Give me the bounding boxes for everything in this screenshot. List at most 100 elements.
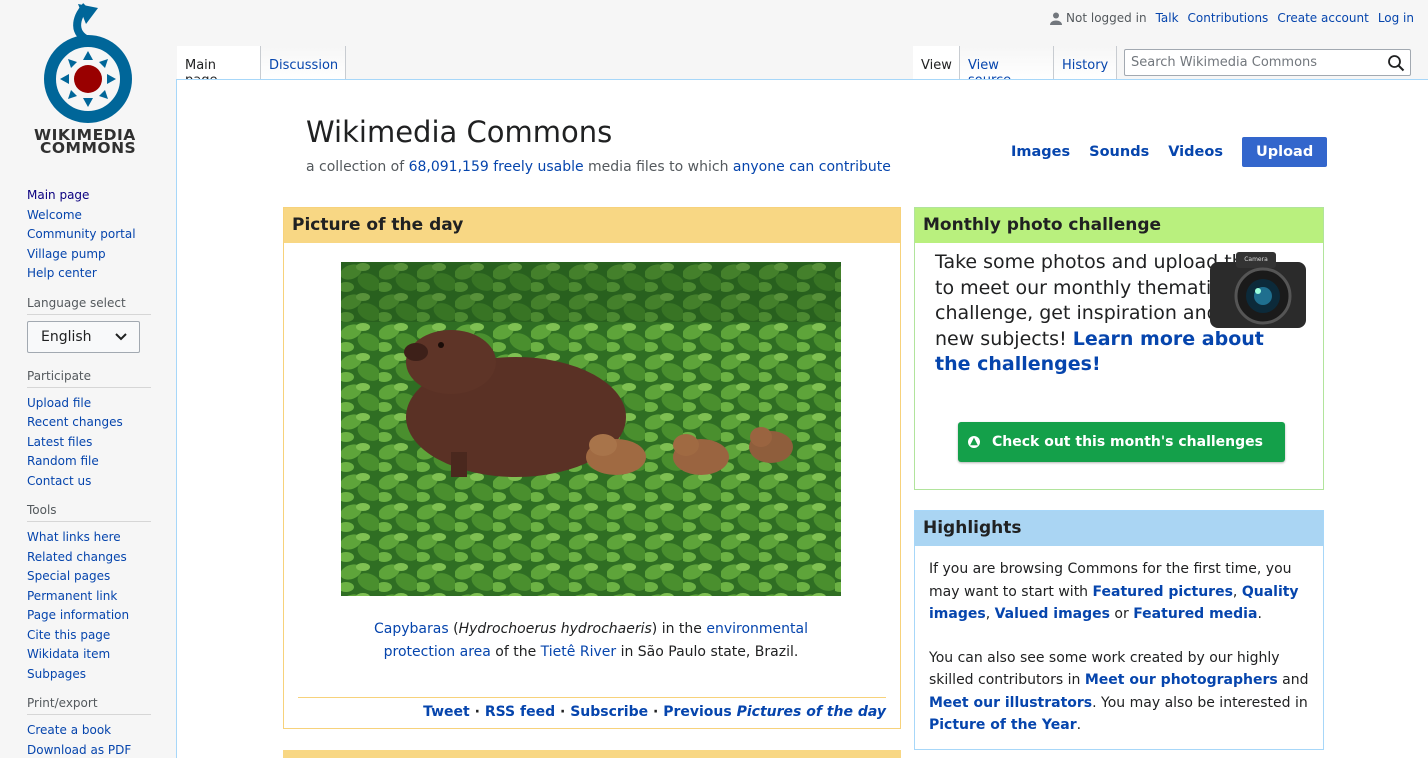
search-icon[interactable] xyxy=(1387,54,1405,72)
camera-icon: Camera xyxy=(1210,252,1306,328)
sidebar-item-latest-files[interactable]: Latest files xyxy=(27,435,92,449)
sidebar-item-permanent-link[interactable]: Permanent link xyxy=(27,589,117,603)
monthly-heading: Monthly photo challenge xyxy=(915,208,1323,243)
anyone-can-contribute-link[interactable]: anyone can contribute xyxy=(733,159,891,175)
create-account-link[interactable]: Create account xyxy=(1277,11,1369,25)
page-subtitle: a collection of 68,091,159 freely usable… xyxy=(306,159,891,175)
videos-link[interactable]: Videos xyxy=(1168,144,1223,160)
tab-view-source[interactable]: View source xyxy=(960,46,1054,88)
highlights-text: , xyxy=(1232,583,1242,600)
sidebar-item-random-file[interactable]: Random file xyxy=(27,454,99,468)
sidebar-item-recent-changes[interactable]: Recent changes xyxy=(27,415,123,429)
tiete-river-link[interactable]: Tietê River xyxy=(541,644,616,660)
sidebar-participate: Participate Upload file Recent changes L… xyxy=(27,369,151,492)
featured-pictures-link[interactable]: Featured pictures xyxy=(1093,584,1233,600)
highlights-body: If you are browsing Commons for the firs… xyxy=(929,558,1313,758)
tools-heading: Tools xyxy=(27,503,151,522)
separator: · xyxy=(469,704,485,720)
picture-of-the-day-box: Picture of the day Capybaras (Hydrochoer… xyxy=(283,207,901,729)
sidebar: Main page Welcome Community portal Villa… xyxy=(0,180,176,758)
potd-heading: Picture of the day xyxy=(284,208,900,243)
featured-media-link[interactable]: Featured media xyxy=(1133,606,1257,622)
sidebar-item-main-page[interactable]: Main page xyxy=(27,188,89,202)
subtitle-middle: media files to which xyxy=(583,159,733,175)
sidebar-item-create-book[interactable]: Create a book xyxy=(27,723,111,737)
user-icon xyxy=(1050,12,1063,25)
talk-link[interactable]: Talk xyxy=(1156,11,1179,25)
sidebar-item-community-portal[interactable]: Community portal xyxy=(27,227,136,241)
contributions-link[interactable]: Contributions xyxy=(1188,11,1269,25)
language-selected: English xyxy=(41,328,92,345)
tab-main-page[interactable]: Main page xyxy=(177,46,261,88)
sidebar-item-special-pages[interactable]: Special pages xyxy=(27,569,110,583)
capybaras-link[interactable]: Capybaras xyxy=(374,621,449,637)
meet-illustrators-link[interactable]: Meet our illustrators xyxy=(929,695,1092,711)
picture-of-the-year-link[interactable]: Picture of the Year xyxy=(929,717,1077,733)
sidebar-item-what-links-here[interactable]: What links here xyxy=(27,530,121,544)
login-link[interactable]: Log in xyxy=(1378,11,1414,25)
potd-image[interactable] xyxy=(341,262,841,596)
monthly-challenge-box: Monthly photo challenge Take some photos… xyxy=(914,207,1324,490)
tab-view[interactable]: View xyxy=(913,46,960,80)
language-heading: Language select xyxy=(27,296,151,315)
highlights-heading: Highlights xyxy=(915,511,1323,546)
sidebar-item-related-changes[interactable]: Related changes xyxy=(27,550,127,564)
next-box-header xyxy=(283,750,901,758)
challenges-button[interactable]: ▲ Check out this month's challenges xyxy=(958,422,1285,462)
caption-text: ( xyxy=(448,621,459,637)
arrow-up-circle-icon: ▲ xyxy=(968,436,980,448)
sidebar-item-wikidata-item[interactable]: Wikidata item xyxy=(27,647,110,661)
tweet-link[interactable]: Tweet xyxy=(423,704,470,720)
participate-heading: Participate xyxy=(27,369,151,388)
sidebar-item-village-pump[interactable]: Village pump xyxy=(27,247,106,261)
latin-name: Hydrochoerus hydrochaeris xyxy=(458,621,652,637)
subscribe-link[interactable]: Subscribe xyxy=(570,704,648,720)
sidebar-tools: Tools What links here Related changes Sp… xyxy=(27,503,151,684)
tab-discussion[interactable]: Discussion xyxy=(261,46,346,80)
caption-text: of the xyxy=(490,643,541,660)
sidebar-print: Print/export Create a book Download as P… xyxy=(27,696,151,758)
meet-photographers-link[interactable]: Meet our photographers xyxy=(1085,672,1278,688)
subtitle-prefix: a collection of xyxy=(306,159,409,175)
search-placeholder: Search Wikimedia Commons xyxy=(1131,55,1318,70)
sounds-link[interactable]: Sounds xyxy=(1089,144,1149,160)
highlights-text: . xyxy=(1257,606,1262,622)
sidebar-item-download-pdf[interactable]: Download as PDF xyxy=(27,743,131,757)
upload-button[interactable]: Upload xyxy=(1241,137,1328,167)
images-link[interactable]: Images xyxy=(1011,144,1070,160)
tab-history[interactable]: History xyxy=(1054,46,1117,80)
potd-caption: Capybaras (Hydrochoerus hydrochaeris) in… xyxy=(374,618,808,663)
highlights-text: and xyxy=(1277,672,1309,688)
highlights-text: . You may also be interested in xyxy=(1092,694,1308,711)
sidebar-item-cite-this-page[interactable]: Cite this page xyxy=(27,628,110,642)
file-count-link[interactable]: 68,091,159 xyxy=(409,159,489,175)
logo-text-line2: COMMONS xyxy=(40,139,137,157)
sidebar-language: Language select English xyxy=(27,296,151,353)
page-title: Wikimedia Commons xyxy=(306,115,613,149)
sidebar-item-welcome[interactable]: Welcome xyxy=(27,208,82,222)
separator: · xyxy=(648,704,664,720)
previous-text: Previous xyxy=(663,704,737,720)
highlights-box: Highlights If you are browsing Commons f… xyxy=(914,510,1324,750)
sidebar-item-contact-us[interactable]: Contact us xyxy=(27,474,91,488)
camera-label: Camera xyxy=(1244,256,1268,263)
valued-images-link[interactable]: Valued images xyxy=(995,606,1110,622)
sidebar-item-upload-file[interactable]: Upload file xyxy=(27,396,91,410)
previous-potd-link[interactable]: Previous Pictures of the day xyxy=(663,704,886,720)
search-input[interactable]: Search Wikimedia Commons xyxy=(1124,49,1411,76)
content-area: Wikimedia Commons a collection of 68,091… xyxy=(176,79,1428,758)
sidebar-item-help-center[interactable]: Help center xyxy=(27,266,97,280)
language-select[interactable]: English xyxy=(27,320,140,353)
potd-footer: Tweet · RSS feed · Subscribe · Previous … xyxy=(298,697,886,720)
sidebar-item-page-information[interactable]: Page information xyxy=(27,608,129,622)
caption-text: in São Paulo state, Brazil. xyxy=(616,643,799,660)
highlights-paragraph-1: If you are browsing Commons for the firs… xyxy=(929,558,1313,626)
sidebar-item-subpages[interactable]: Subpages xyxy=(27,667,86,681)
media-links: Images Sounds Videos Upload xyxy=(1011,137,1328,167)
freely-usable-link[interactable]: freely usable xyxy=(493,159,583,175)
sidebar-navigation: Main page Welcome Community portal Villa… xyxy=(27,186,151,284)
caption-text: ) in the xyxy=(651,621,707,637)
personal-tools: Not logged in Talk Contributions Create … xyxy=(1050,11,1414,25)
rss-feed-link[interactable]: RSS feed xyxy=(485,704,555,720)
challenges-button-label: Check out this month's challenges xyxy=(992,434,1263,450)
